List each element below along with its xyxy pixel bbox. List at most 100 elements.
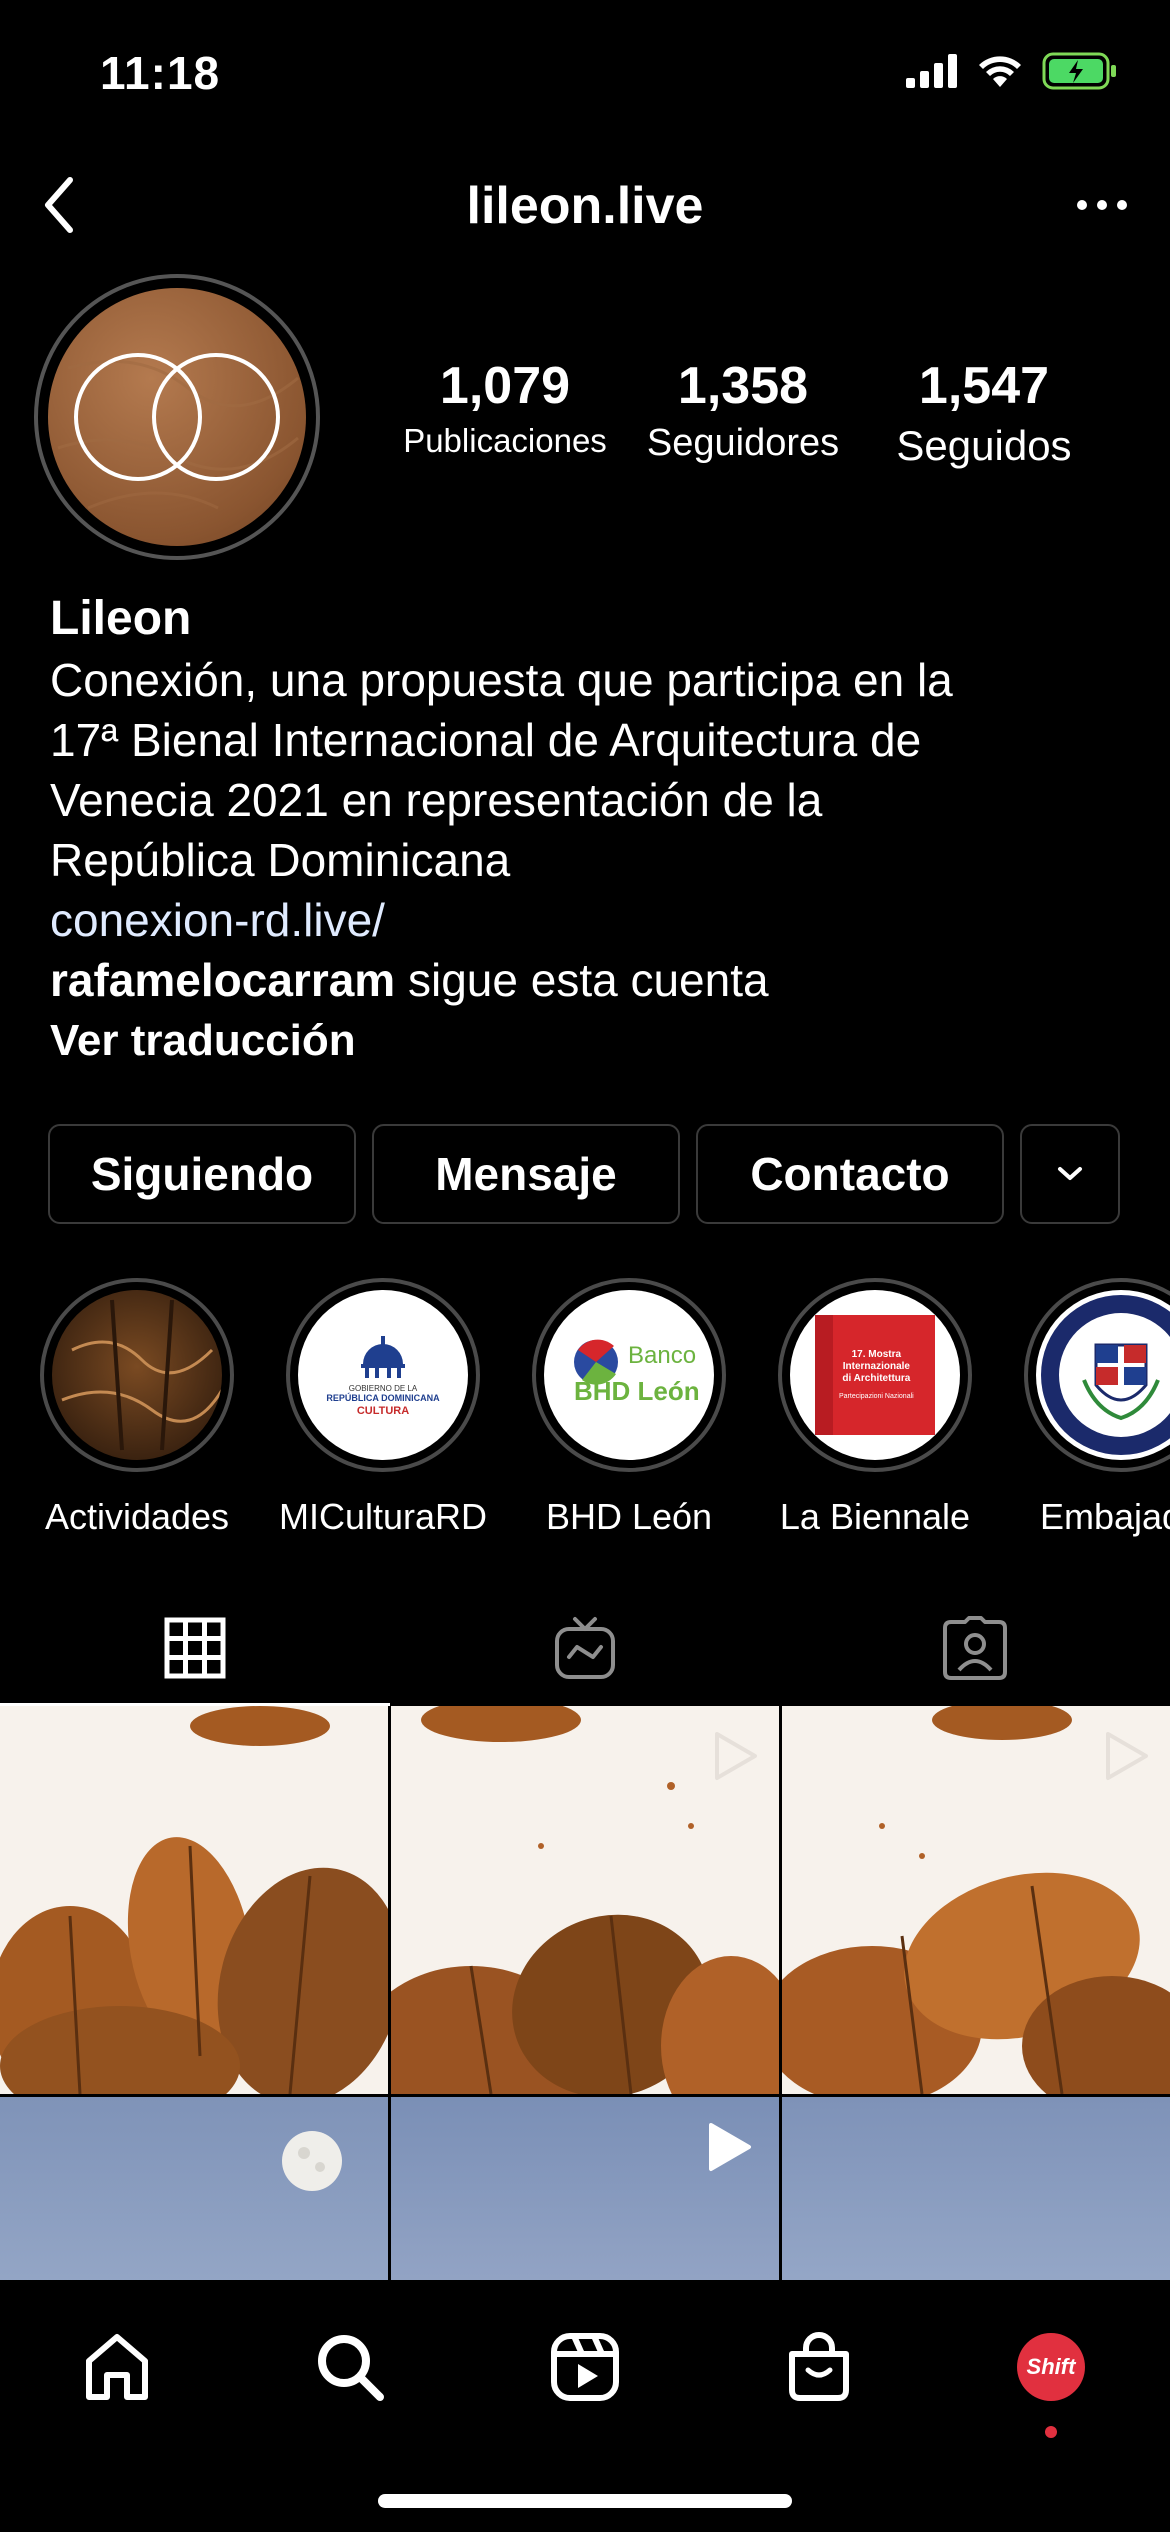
highlight-cover [1036,1290,1170,1460]
profile-bio: Lileon Conexión, una propuesta que parti… [50,588,1140,1072]
highlight-ring: 17. Mostra Internazionale di Architettur… [778,1278,972,1472]
highlight-ring: Banco BHD León [532,1278,726,1472]
highlight-cover: GOBIERNO DE LA REPÚBLICA DOMINICANA CULT… [298,1290,468,1460]
video-play-icon [1106,1732,1148,1780]
status-icons [906,52,1118,90]
bhd-logo-icon [574,1339,618,1385]
video-play-icon [709,2123,751,2171]
status-bar: 11:18 [0,0,1170,150]
search-icon [318,2335,384,2401]
bio-line: 17ª Bienal Internacional de Arquitectura… [50,714,922,766]
story-highlights: Actividades GOBIERNO DE LA REPÚBLICA DOM… [0,1278,1170,1538]
bio-line: Conexión, una propuesta que participa en… [50,654,953,706]
post-thumbnail[interactable] [0,1706,388,2094]
stat-followers[interactable]: 1,358 Seguidores [630,356,856,465]
post-thumbnail[interactable] [0,2097,388,2280]
biennale-logo-text: Partecipazioni Nazionali [839,1393,914,1400]
profile-tabs [0,1590,1170,1706]
nav-search[interactable] [305,2322,395,2412]
highlight-cover [52,1290,222,1460]
nav-shop[interactable] [774,2322,864,2412]
post-thumbnail[interactable] [782,1706,1170,2094]
highlight-bhd-leon[interactable]: Banco BHD León BHD León [514,1278,744,1538]
bhd-logo-text: Banco [628,1342,697,1369]
biennale-logo-text: Internazionale [842,1361,910,1372]
post-thumbnail[interactable] [782,2097,1170,2280]
home-indicator [378,2494,792,2508]
see-translation-link[interactable]: Ver traducción [50,1010,1140,1072]
highlight-actividades[interactable]: Actividades [22,1278,252,1538]
follower-username[interactable]: rafamelocarram [50,954,395,1006]
profile-avatar[interactable] [34,274,320,560]
followed-by-text: rafamelocarram sigue esta cuenta [50,950,1140,1010]
more-options-icon[interactable] [1074,190,1130,220]
bhd-logo-text: BHD León [574,1376,700,1406]
biennale-logo-text: 17. Mostra [851,1349,902,1360]
posts-grid [0,1706,1170,2280]
stat-following[interactable]: 1,547 Seguidos [868,356,1100,470]
followed-by-suffix: sigue esta cuenta [395,954,769,1006]
biennale-logo-text: di Architettura [842,1373,911,1384]
avatar-texture [57,353,299,510]
contact-button[interactable]: Contacto [696,1124,1004,1224]
highlight-ring: GOBIERNO DE LA REPÚBLICA DOMINICANA CULT… [286,1278,480,1472]
stat-posts[interactable]: 1,079 Publicaciones [390,356,620,460]
grid-icon [164,1617,226,1679]
highlight-cover: Banco BHD León [544,1290,714,1460]
status-time: 11:18 [100,47,221,99]
suggested-accounts-button[interactable] [1020,1124,1120,1224]
followers-label: Seguidores [646,422,840,464]
highlight-label: BHD León [545,1496,713,1537]
highlight-ring [40,1278,234,1472]
post-thumbnail[interactable] [391,1706,779,2094]
following-count: 1,547 [918,357,1050,415]
bio-line: República Dominicana [50,834,511,886]
shop-icon [789,2332,849,2401]
tab-tagged[interactable] [780,1590,1170,1706]
profile-avatar-small: Shift [1017,2333,1085,2401]
profile-header: lileon.live [0,150,1170,260]
highlight-cover: 17. Mostra Internazionale di Architettur… [790,1290,960,1460]
reels-icon [551,2333,619,2401]
profile-actions: Siguiendo Mensaje Contacto [48,1124,1120,1224]
following-button[interactable]: Siguiendo [48,1124,356,1224]
wifi-icon [979,56,1021,87]
igtv-icon [555,1617,615,1679]
post-thumbnail[interactable] [391,2097,779,2280]
posts-label: Publicaciones [403,422,607,459]
avatar-image [48,288,306,546]
highlight-miculturard[interactable]: GOBIERNO DE LA REPÚBLICA DOMINICANA CULT… [268,1278,498,1538]
nav-home[interactable] [72,2322,162,2412]
highlight-label: La Biennale [779,1496,971,1537]
following-label: Seguidos [896,422,1072,469]
bio-line: Venecia 2021 en representación de la [50,774,823,826]
highlight-label: Actividades [44,1496,230,1537]
government-dome-icon [361,1335,405,1378]
moon-image [282,2131,342,2191]
biennale-logo: 17. Mostra Internazionale di Architettur… [815,1315,935,1435]
tab-igtv[interactable] [390,1590,780,1706]
bio-website-link[interactable]: conexion-rd.live/ [50,890,1140,950]
tagged-icon [943,1616,1007,1680]
culture-logo-text: GOBIERNO DE LA [348,1383,418,1393]
highlight-label: MICulturaRD [278,1496,488,1537]
followers-count: 1,358 [677,357,809,415]
highlight-la-biennale[interactable]: 17. Mostra Internazionale di Architettur… [760,1278,990,1538]
video-play-icon [715,1732,757,1780]
nav-reels[interactable] [540,2322,630,2412]
message-button[interactable]: Mensaje [372,1124,680,1224]
culture-logo-text: REPÚBLICA DOMINICANA [326,1392,440,1403]
profile-name: Lileon [50,592,192,645]
culture-logo-text: CULTURA [356,1404,410,1417]
tab-posts-grid[interactable] [0,1590,390,1706]
embassy-seal-icon [1041,1295,1170,1455]
home-icon [86,2334,148,2400]
chevron-down-icon [1058,1167,1082,1180]
signal-icon [906,54,957,88]
profile-badge-text: Shift [1026,2354,1076,2379]
highlight-embajada[interactable]: Embajada [1006,1278,1170,1538]
highlight-ring [1024,1278,1170,1472]
posts-count: 1,079 [439,357,571,415]
nav-profile[interactable]: Shift [1006,2322,1096,2438]
highlight-label: Embajada [1039,1496,1170,1537]
